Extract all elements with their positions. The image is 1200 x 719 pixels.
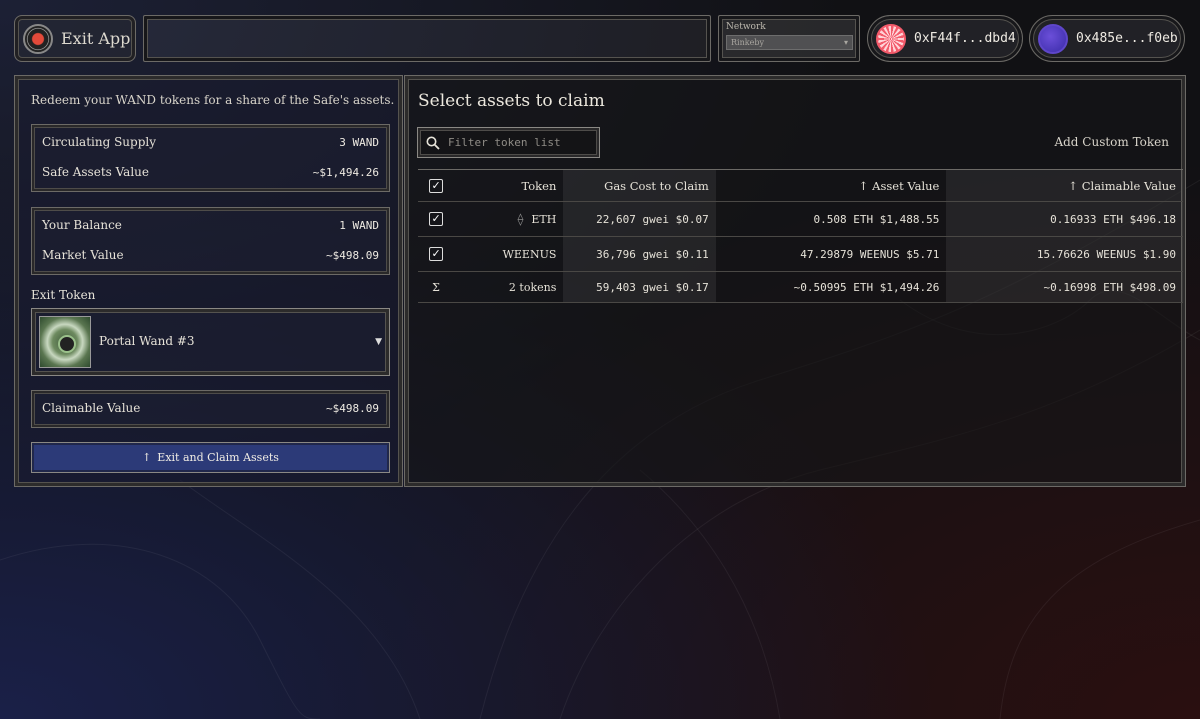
network-label: Network xyxy=(726,22,766,32)
summary-token-count: 2 tokens xyxy=(454,271,564,303)
filter-token-input[interactable] xyxy=(448,136,588,149)
table-header-row: ✓ Token Gas Cost to Claim ↑ Asset Value ↑… xyxy=(418,169,1183,202)
sort-arrow-up-icon: ↑ xyxy=(858,178,869,193)
column-header-token[interactable]: Token xyxy=(454,169,564,202)
claimable-value-label: Claimable Value xyxy=(42,401,141,415)
table-row[interactable]: ✓ WEENUS 36,796 gwei $0.11 47.29879 WEEN… xyxy=(418,236,1183,272)
asset-value-cell: 47.29879 WEENUS $5.71 xyxy=(715,236,947,272)
row-checkbox[interactable]: ✓ xyxy=(429,212,444,226)
network-select[interactable]: Rinkeby ▾ xyxy=(726,35,853,50)
exit-token-select[interactable]: Portal Wand #3 ▼ xyxy=(31,308,390,376)
exit-and-claim-button[interactable]: ↑ Exit and Claim Assets xyxy=(31,442,390,473)
exit-token-label: Exit Token xyxy=(31,288,96,302)
your-balance-label: Your Balance xyxy=(42,218,122,232)
claimable-box: Claimable Value ~$498.09 xyxy=(31,390,390,428)
circulating-supply-label: Circulating Supply xyxy=(42,135,157,149)
summary-row: Σ 2 tokens 59,403 gwei $0.17 ~0.50995 ET… xyxy=(418,271,1183,303)
summary-gas-cost: 59,403 gwei $0.17 xyxy=(563,271,716,303)
gas-cost-cell: 22,607 gwei $0.07 xyxy=(563,201,716,237)
sigma-icon: Σ xyxy=(418,271,455,303)
exit-app-label: Exit App xyxy=(61,29,131,48)
redeem-intro: Redeem your WAND tokens for a share of t… xyxy=(31,93,395,107)
column-header-claimable-value[interactable]: ↑ Claimable Value xyxy=(946,169,1183,202)
token-symbol: WEENUS xyxy=(454,236,564,272)
claimable-value-cell: 0.16933 ETH $496.18 xyxy=(946,201,1183,237)
claimable-value: ~$498.09 xyxy=(326,401,379,415)
account-address: 0xF44f...dbd4 xyxy=(914,31,1016,46)
safe-assets-label: Safe Assets Value xyxy=(42,165,149,179)
market-value-label: Market Value xyxy=(42,248,124,262)
table-row[interactable]: ✓ ⟠ ETH 22,607 gwei $0.07 0.508 ETH $1,48… xyxy=(418,201,1183,237)
select-all-checkbox[interactable]: ✓ xyxy=(429,179,444,193)
header-bar xyxy=(143,15,711,62)
summary-asset-value: ~0.50995 ETH $1,494.26 xyxy=(715,271,947,303)
network-selected-value: Rinkeby xyxy=(731,38,764,47)
account-address: 0x485e...f0eb xyxy=(1076,31,1178,46)
filter-box[interactable] xyxy=(417,127,600,158)
chevron-down-icon: ▼ xyxy=(375,337,382,347)
your-balance-value: 1 WAND xyxy=(339,218,379,232)
supply-box: Circulating Supply 3 WAND Safe Assets Va… xyxy=(31,124,390,192)
portal-wand-thumbnail xyxy=(39,316,91,368)
token-symbol: ETH xyxy=(531,213,557,226)
search-icon xyxy=(426,136,440,150)
account-button-1[interactable]: 0xF44f...dbd4 xyxy=(867,15,1023,62)
account-button-2[interactable]: 0x485e...f0eb xyxy=(1029,15,1185,62)
eth-icon: ⟠ xyxy=(517,212,524,226)
page-title: Select assets to claim xyxy=(418,91,605,111)
network-selector[interactable]: Network Rinkeby ▾ xyxy=(718,15,860,62)
avatar xyxy=(876,23,906,54)
assets-table: ✓ Token Gas Cost to Claim ↑ Asset Value ↑… xyxy=(418,169,1183,303)
safe-assets-value: ~$1,494.26 xyxy=(312,165,379,179)
claimable-value-cell: 15.76626 WEENUS $1.90 xyxy=(946,236,1183,272)
add-custom-token-link[interactable]: Add Custom Token xyxy=(1054,135,1169,149)
app-logo-icon xyxy=(23,23,53,54)
column-header-gas[interactable]: Gas Cost to Claim xyxy=(563,169,716,202)
chevron-down-icon: ▾ xyxy=(843,38,848,47)
gas-cost-cell: 36,796 gwei $0.11 xyxy=(563,236,716,272)
market-value-value: ~$498.09 xyxy=(326,248,379,262)
exit-app-button[interactable]: Exit App xyxy=(14,15,136,62)
asset-value-cell: 0.508 ETH $1,488.55 xyxy=(715,201,947,237)
exit-and-claim-label: Exit and Claim Assets xyxy=(157,451,279,464)
summary-claimable-value: ~0.16998 ETH $498.09 xyxy=(946,271,1183,303)
redeem-panel: Redeem your WAND tokens for a share of t… xyxy=(14,75,403,487)
row-checkbox[interactable]: ✓ xyxy=(429,247,444,261)
circulating-supply-value: 3 WAND xyxy=(339,135,379,149)
balance-box: Your Balance 1 WAND Market Value ~$498.0… xyxy=(31,207,390,275)
arrow-up-icon: ↑ xyxy=(142,451,152,464)
assets-panel: Select assets to claim Add Custom Token … xyxy=(404,75,1186,487)
sort-arrow-up-icon: ↑ xyxy=(1068,178,1078,193)
avatar xyxy=(1038,23,1068,54)
exit-token-name: Portal Wand #3 xyxy=(99,334,195,348)
column-header-asset-value[interactable]: ↑ Asset Value xyxy=(715,169,947,202)
